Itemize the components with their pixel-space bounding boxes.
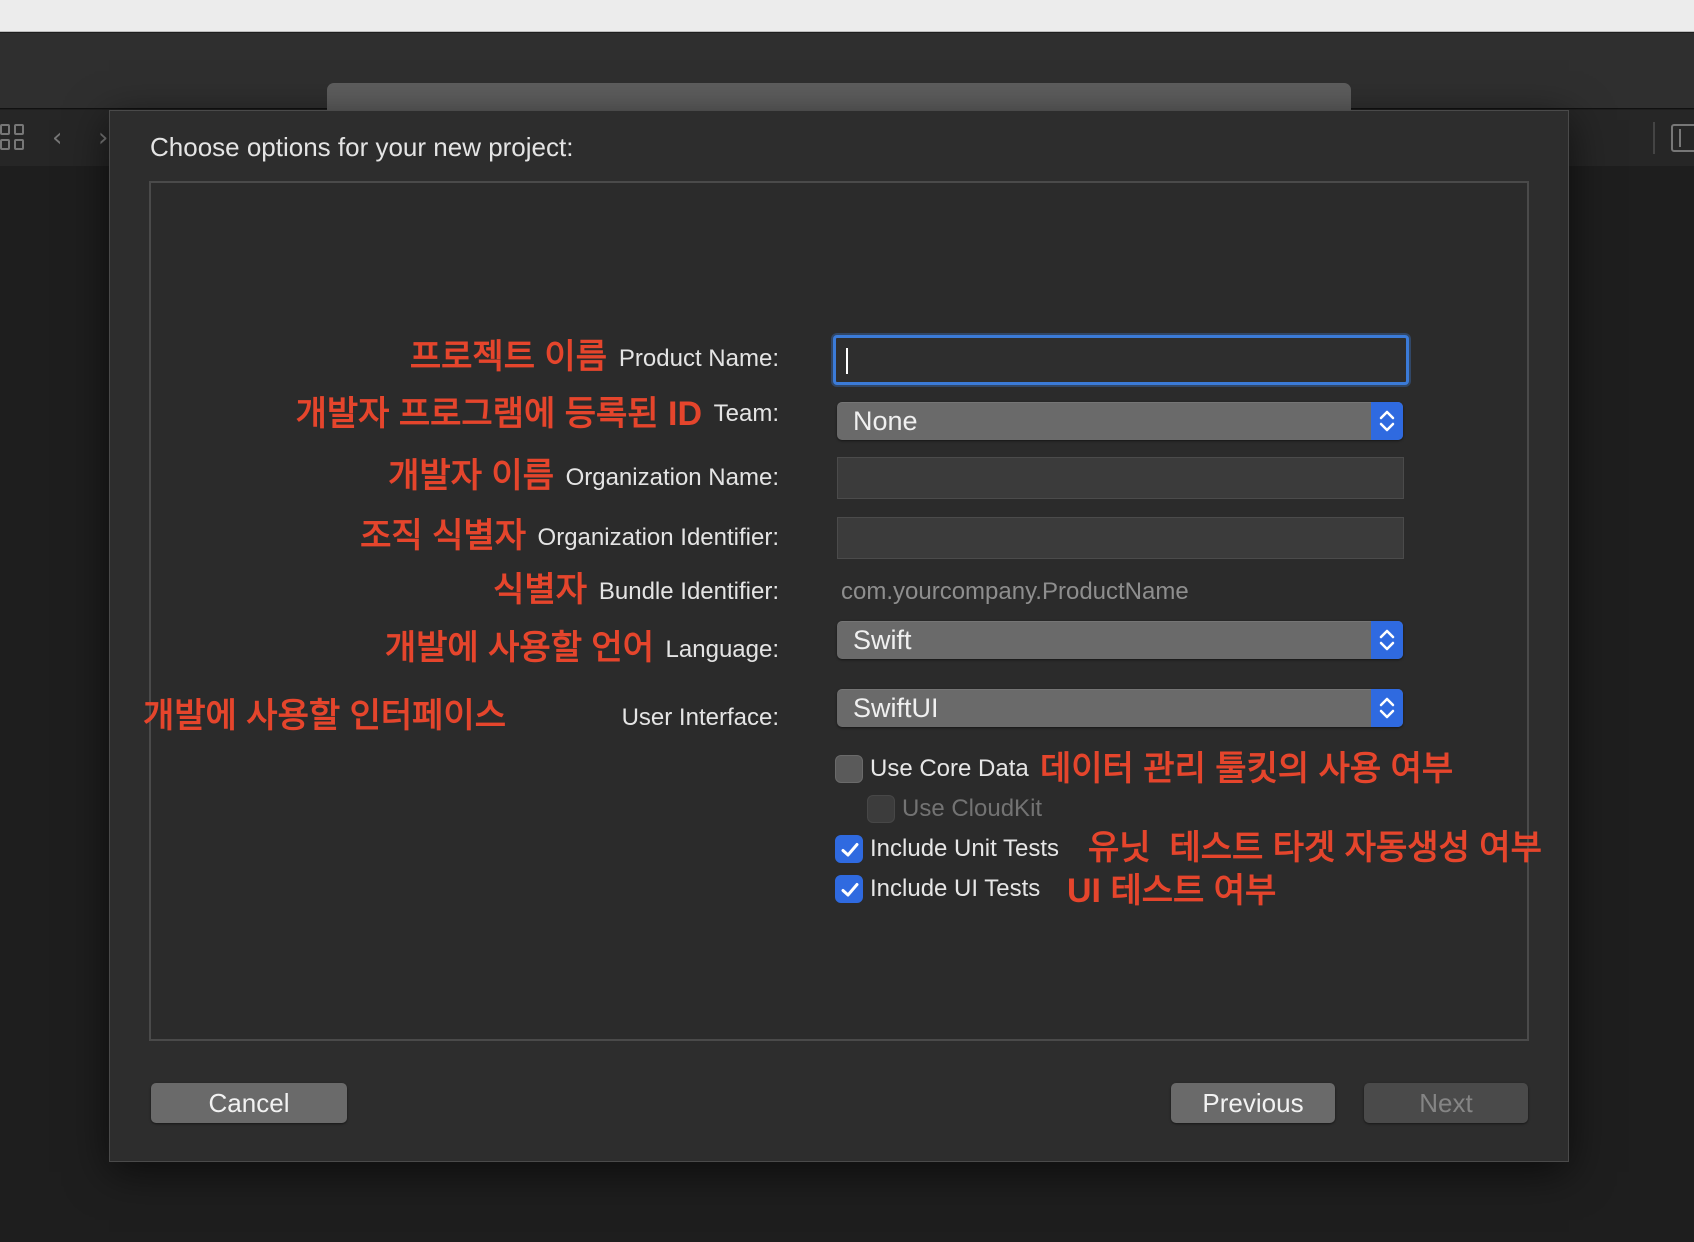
cancel-button[interactable]: Cancel xyxy=(151,1083,347,1123)
user-interface-label: User Interface: xyxy=(621,704,779,731)
organization-name-field[interactable] xyxy=(837,457,1404,499)
previous-button[interactable]: Previous xyxy=(1171,1083,1335,1123)
window-top-strip xyxy=(0,0,1694,32)
chevron-left-icon[interactable]: ‹ xyxy=(52,110,62,166)
up-down-chevron-icon xyxy=(1371,402,1403,440)
team-popup[interactable]: None xyxy=(837,402,1403,440)
product-name-annotation: 프로젝트 이름 xyxy=(409,338,607,376)
sheet-title: Choose options for your new project: xyxy=(150,132,574,162)
bundle-identifier-label: Bundle Identifier: xyxy=(598,578,779,605)
up-down-chevron-icon xyxy=(1371,689,1403,727)
ui-tests-annotation: UI 테스트 여부 xyxy=(1067,872,1277,910)
organization-identifier-label: Organization Identifier: xyxy=(537,524,779,551)
product-name-label: Product Name: xyxy=(618,345,779,372)
toolbar-divider xyxy=(1653,122,1655,154)
product-name-field[interactable] xyxy=(833,335,1409,385)
core-data-annotation: 데이터 관리 툴킷의 사용 여부 xyxy=(1040,750,1454,788)
chevron-right-icon[interactable]: › xyxy=(98,110,108,166)
grid-icon[interactable] xyxy=(0,124,24,150)
organization-name-label: Organization Name: xyxy=(565,464,779,491)
add-editor-icon[interactable] xyxy=(1671,124,1694,152)
organization-identifier-annotation: 조직 식별자 xyxy=(360,517,526,555)
checkmark-icon xyxy=(841,883,859,897)
bundle-identifier-annotation: 식별자 xyxy=(493,571,587,609)
language-popup[interactable]: Swift xyxy=(837,621,1403,659)
user-interface-popup[interactable]: SwiftUI xyxy=(837,689,1403,727)
new-project-sheet: Choose options for your new project: 프로젝… xyxy=(109,110,1569,1162)
organization-name-annotation: 개발자 이름 xyxy=(388,457,554,495)
text-caret xyxy=(846,348,848,374)
unit-tests-annotation: 유닛 테스트 타겟 자동생성 여부 xyxy=(1088,829,1542,867)
user-interface-value: SwiftUI xyxy=(853,693,939,723)
checkmark-icon xyxy=(841,843,859,857)
options-panel: 프로젝트 이름 Product Name: 개발자 프로그램에 등록된 ID T… xyxy=(143,181,1542,1041)
include-ui-tests-label[interactable]: Include UI Tests xyxy=(870,873,1040,905)
use-cloudkit-label[interactable]: Use CloudKit xyxy=(902,793,1042,825)
include-ui-tests-checkbox[interactable] xyxy=(835,875,863,903)
xcode-toolbar xyxy=(0,33,1694,127)
team-label: Team: xyxy=(713,400,779,427)
language-annotation: 개발에 사용할 언어 xyxy=(384,629,654,667)
user-interface-annotation: 개발에 사용할 인터페이스 xyxy=(143,697,506,735)
organization-identifier-field[interactable] xyxy=(837,517,1404,559)
use-core-data-checkbox[interactable] xyxy=(835,755,863,783)
use-cloudkit-checkbox[interactable] xyxy=(867,795,895,823)
next-button[interactable]: Next xyxy=(1364,1083,1528,1123)
language-label: Language: xyxy=(665,636,779,663)
use-core-data-label[interactable]: Use Core Data xyxy=(870,753,1029,785)
up-down-chevron-icon xyxy=(1371,621,1403,659)
team-value: None xyxy=(853,406,918,436)
team-annotation: 개발자 프로그램에 등록된 ID xyxy=(295,395,702,433)
include-unit-tests-label[interactable]: Include Unit Tests xyxy=(870,833,1059,865)
bundle-identifier-value: com.yourcompany.ProductName xyxy=(841,578,1189,605)
include-unit-tests-checkbox[interactable] xyxy=(835,835,863,863)
language-value: Swift xyxy=(853,625,912,655)
